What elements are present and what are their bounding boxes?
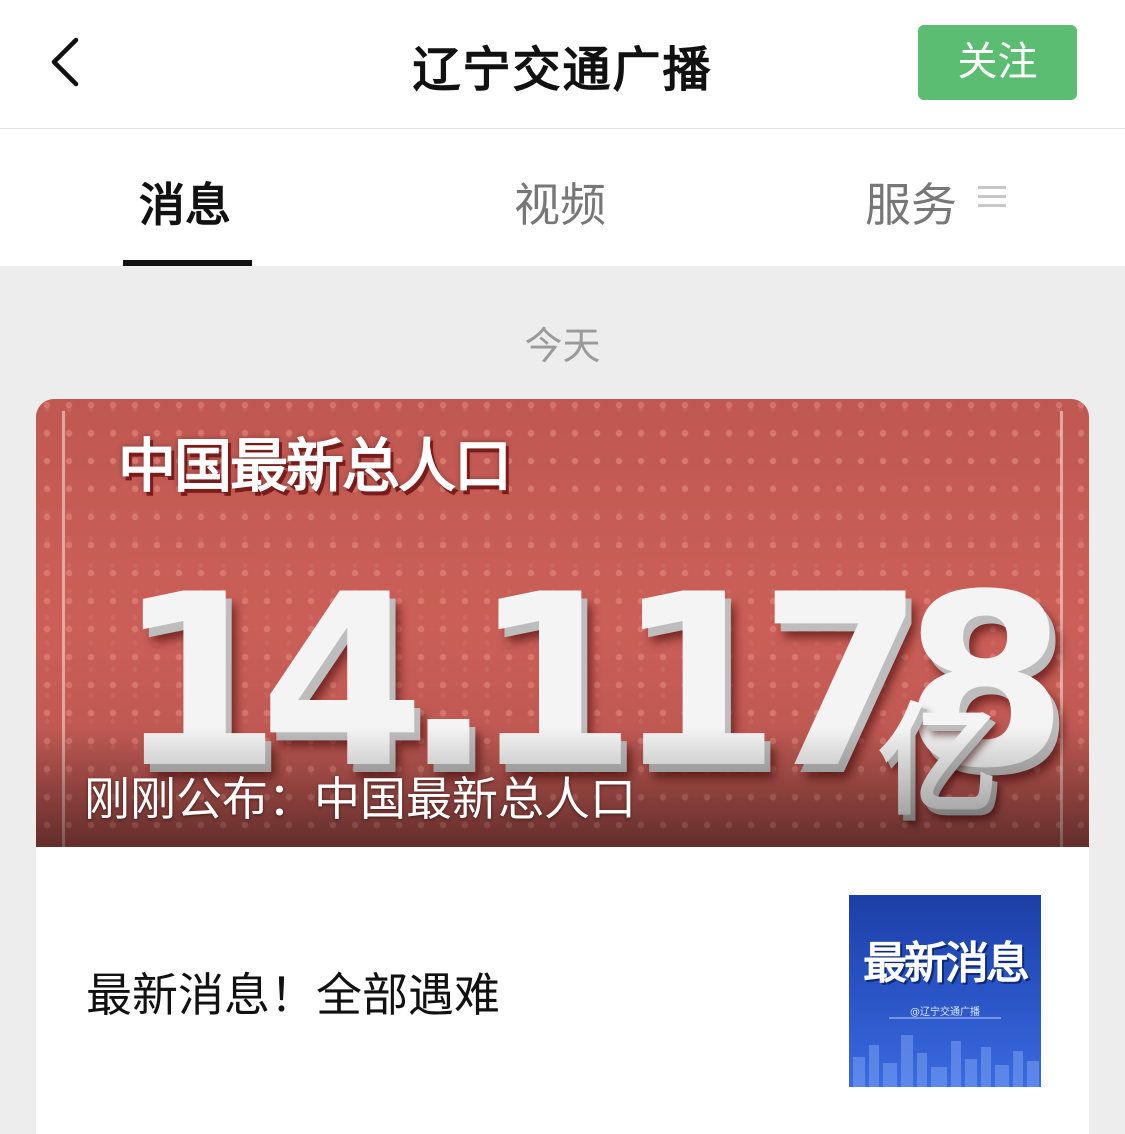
message-card: 中国最新总人口 14.1178 亿 刚刚公布：中国最新总人口 最新消息！全部遇难… (36, 399, 1089, 1134)
cover-article[interactable]: 中国最新总人口 14.1178 亿 刚刚公布：中国最新总人口 (36, 399, 1089, 847)
tab-services[interactable]: 服务 (865, 169, 957, 235)
active-tab-indicator (123, 260, 252, 266)
top-bar: 辽宁交通广播 关注 (0, 0, 1125, 129)
article-title: 最新消息！全部遇难 (86, 968, 500, 1022)
article-thumbnail: 最新消息 @辽宁交通广播 (849, 895, 1041, 1087)
tab-messages[interactable]: 消息 (139, 169, 231, 235)
menu-lines-icon[interactable] (978, 184, 1006, 210)
thumbnail-title: 最新消息 (863, 938, 1030, 989)
thumbnail-watermark: @辽宁交通广播 (910, 1007, 980, 1018)
tab-videos[interactable]: 视频 (514, 169, 606, 235)
article-item[interactable]: 最新消息！全部遇难 最新消息 @辽宁交通广播 (36, 847, 1089, 1134)
follow-button[interactable]: 关注 (918, 25, 1077, 100)
tab-bar: 消息 视频 服务 (0, 129, 1125, 266)
date-separator: 今天 (524, 324, 601, 368)
cover-heading: 中国最新总人口 (118, 432, 512, 500)
city-skyline-icon (853, 1035, 1039, 1087)
cover-caption: 刚刚公布：中国最新总人口 (84, 772, 636, 826)
